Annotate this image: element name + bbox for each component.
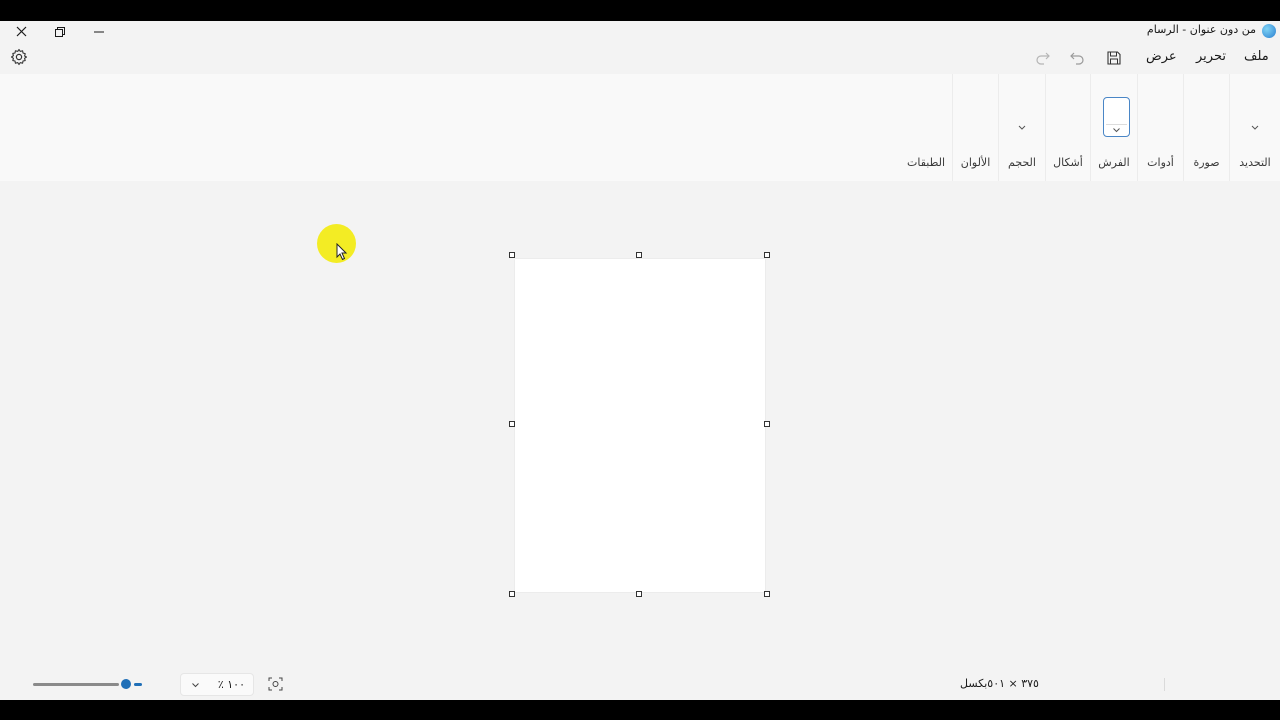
minimize-button[interactable] [79, 21, 119, 42]
gear-icon[interactable] [10, 48, 28, 66]
ribbon-label-selection: التحديد [1239, 156, 1271, 169]
canvas-size-readout: ٣٧٥ × ٥٠١بكسل [960, 677, 1039, 690]
zoom-slider-fill [134, 683, 142, 686]
ribbon-label-image: صورة [1193, 156, 1220, 169]
zoom-value: ١٠٠ ٪ [217, 678, 245, 691]
resize-handle-top-right[interactable] [764, 252, 770, 258]
brush-picker-button[interactable] [1103, 97, 1130, 137]
ribbon-group-brushes[interactable]: الفرش [1090, 74, 1137, 181]
ribbon-group-shapes[interactable]: أشكال [1045, 74, 1090, 181]
divider [1106, 124, 1127, 125]
ribbon-group-colors[interactable]: الألوان [952, 74, 998, 181]
resize-handle-bottom-right[interactable] [764, 591, 770, 597]
divider [1164, 678, 1165, 691]
undo-button[interactable] [1067, 48, 1087, 68]
ribbon-group-size[interactable]: الحجم [998, 74, 1045, 181]
mouse-pointer-icon [336, 243, 348, 261]
zoom-dropdown[interactable]: ١٠٠ ٪ [180, 673, 254, 696]
title-bar: من دون عنوان - الرسام [0, 21, 1280, 42]
menu-bar: عرض تحرير ملف [0, 42, 1280, 74]
screen: من دون عنوان - الرسام عرض تحرير ملف التح… [0, 0, 1280, 720]
restore-button[interactable] [40, 21, 80, 42]
close-button[interactable] [1, 21, 41, 42]
resize-handle-top-left[interactable] [509, 252, 515, 258]
zoom-slider-thumb[interactable] [121, 679, 131, 689]
menu-edit[interactable]: تحرير [1196, 49, 1226, 64]
ribbon-label-layers: الطبقات [906, 156, 946, 169]
chevron-down-icon [192, 683, 199, 688]
paint-window: من دون عنوان - الرسام عرض تحرير ملف التح… [0, 21, 1280, 700]
redo-icon [1036, 52, 1050, 65]
ribbon-label-brushes: الفرش [1098, 156, 1130, 169]
status-bar: ١٠٠ ٪ ٣٧٥ × ٥٠١بكسل [0, 669, 1280, 700]
canvas-area[interactable] [0, 181, 1280, 669]
zoom-slider-track[interactable] [33, 683, 119, 686]
save-icon [1107, 51, 1121, 65]
window-title: من دون عنوان - الرسام [1146, 23, 1256, 36]
undo-icon [1070, 52, 1084, 65]
ribbon-label-size: الحجم [1008, 156, 1036, 169]
resize-handle-top[interactable] [636, 252, 642, 258]
ribbon: التحديد صورة أدوات الفرش أشكال الحجم الأ… [0, 74, 1280, 181]
minimize-icon [94, 31, 104, 33]
ribbon-label-shapes: أشكال [1053, 156, 1083, 169]
chevron-down-icon [1113, 128, 1120, 133]
menu-view[interactable]: عرض [1146, 49, 1177, 64]
resize-handle-left[interactable] [509, 421, 515, 427]
ribbon-label-tools: أدوات [1147, 156, 1174, 169]
save-button[interactable] [1104, 48, 1124, 68]
resize-handle-right[interactable] [764, 421, 770, 427]
menu-file[interactable]: ملف [1244, 49, 1269, 64]
paint-palette-icon [1262, 24, 1276, 38]
ribbon-group-image[interactable]: صورة [1183, 74, 1229, 181]
chevron-down-icon[interactable] [1017, 124, 1027, 132]
resize-handle-bottom[interactable] [636, 591, 642, 597]
ribbon-group-tools[interactable]: أدوات [1137, 74, 1183, 181]
resize-handle-bottom-left[interactable] [509, 591, 515, 597]
ribbon-label-colors: الألوان [960, 156, 991, 169]
close-icon [16, 26, 27, 37]
chevron-down-icon[interactable] [1250, 124, 1260, 132]
fit-to-window-icon[interactable] [268, 677, 283, 691]
restore-icon [55, 26, 65, 37]
ribbon-group-selection[interactable]: التحديد [1229, 74, 1280, 181]
ribbon-group-layers[interactable]: الطبقات [900, 74, 952, 181]
redo-button[interactable] [1033, 48, 1053, 68]
drawing-canvas[interactable] [515, 259, 765, 592]
